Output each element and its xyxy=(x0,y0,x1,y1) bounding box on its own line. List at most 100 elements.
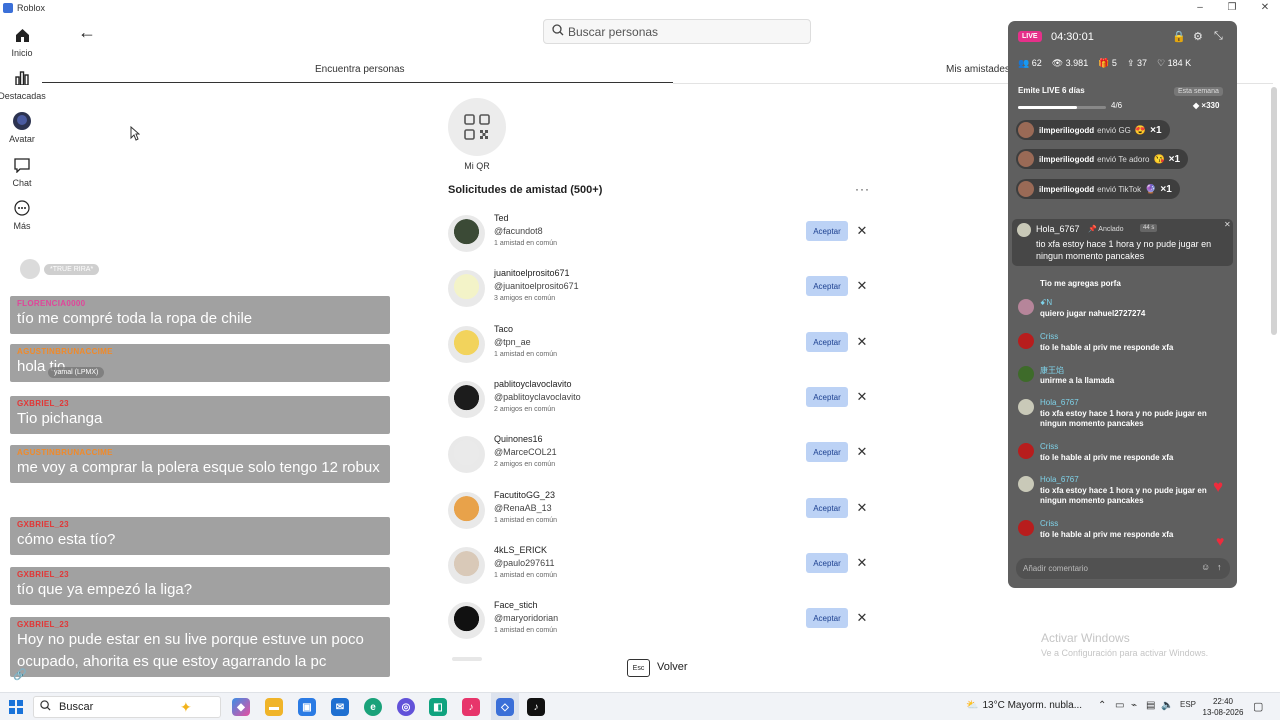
file-explorer-icon[interactable]: ▬ xyxy=(265,698,283,716)
nav-item-featured[interactable]: Destacadas xyxy=(0,69,46,101)
language-indicator[interactable]: ESP xyxy=(1180,700,1196,709)
request-name[interactable]: juanitoelprosito671 xyxy=(494,268,570,278)
request-name[interactable]: Taco xyxy=(494,324,513,334)
nav-item-more[interactable]: Más xyxy=(0,199,44,231)
gift-action: envió GG xyxy=(1097,125,1131,135)
tiktok-studio-icon[interactable]: ♪ xyxy=(462,698,480,716)
copilot-sparkle-icon: ✦ xyxy=(180,699,192,715)
comment-avatar xyxy=(1018,333,1034,349)
request-name[interactable]: Ted xyxy=(494,213,509,223)
accept-button[interactable]: Aceptar xyxy=(806,608,848,628)
minimize-panel-icon[interactable]: ⤡ xyxy=(1214,30,1223,43)
comment-text: Tio me agregas porfa xyxy=(1040,279,1121,288)
tab-find-people[interactable]: Encuentra personas xyxy=(315,64,405,75)
volume-icon[interactable]: 🔈 xyxy=(1161,700,1173,711)
reject-icon[interactable]: ✕ xyxy=(855,608,869,628)
mail-icon[interactable]: ✉ xyxy=(331,698,349,716)
emoji-icon[interactable]: ☺ xyxy=(1201,562,1210,572)
accept-button[interactable]: Aceptar xyxy=(806,332,848,352)
copilot-app-icon[interactable]: ◆ xyxy=(232,698,250,716)
tiktok-icon[interactable]: ♪ xyxy=(527,698,545,716)
reject-icon[interactable]: ✕ xyxy=(855,221,869,241)
weather-widget[interactable]: ⛅ 13°C Mayorm. nubla... xyxy=(966,700,1082,711)
request-name[interactable]: FacutitoGG_23 xyxy=(494,490,555,500)
comment-user: 康王焰 xyxy=(1040,366,1064,375)
settings-icon[interactable]: ⚙ xyxy=(1193,30,1203,43)
user-avatar[interactable] xyxy=(448,326,485,363)
friend-request-row: 4kLS_ERICK @paulo297611 1 amistad en común… xyxy=(448,543,873,589)
request-name[interactable]: Quinones16 xyxy=(494,434,543,444)
overlay-chat-text: tío me compré toda la ropa de chile xyxy=(17,310,253,327)
user-avatar[interactable] xyxy=(448,602,485,639)
search-input[interactable]: Buscar personas xyxy=(543,19,811,44)
my-qr-button[interactable] xyxy=(448,98,506,156)
reject-icon[interactable]: ✕ xyxy=(855,553,869,573)
gift-action: envió TikTok xyxy=(1097,184,1142,194)
overlay-ghost-row: yamal (LPMX) xyxy=(44,367,105,378)
overlay-chat-user: GXBRIEL_23 xyxy=(17,399,69,408)
activate-windows-subtitle: Ve a Configuración para activar Windows. xyxy=(1041,648,1209,658)
taskbar-clock[interactable]: 22:40 13-08-2026 xyxy=(1200,696,1246,718)
edge-browser-icon[interactable]: e xyxy=(364,698,382,716)
reject-icon[interactable]: ✕ xyxy=(855,498,869,518)
gift-user-avatar xyxy=(1018,181,1034,197)
comment-input[interactable]: Añadir comentario ☺ ↑ xyxy=(1016,558,1230,579)
accept-button[interactable]: Aceptar xyxy=(806,387,848,407)
store-icon[interactable]: ▣ xyxy=(298,698,316,716)
live-badge: LIVE xyxy=(1018,31,1042,42)
minimize-button[interactable]: – xyxy=(1185,0,1215,14)
lock-icon[interactable]: 🔒 xyxy=(1172,30,1186,43)
user-avatar[interactable] xyxy=(448,270,485,307)
accept-button[interactable]: Aceptar xyxy=(806,498,848,518)
close-pinned-icon[interactable]: ✕ xyxy=(1224,220,1231,229)
page-scrollbar[interactable] xyxy=(1271,87,1277,335)
user-avatar[interactable] xyxy=(448,547,485,584)
window-title: Roblox xyxy=(17,3,46,13)
maximize-button[interactable]: ❐ xyxy=(1217,0,1247,14)
close-window-button[interactable]: ✕ xyxy=(1250,0,1280,14)
user-avatar[interactable] xyxy=(448,492,485,529)
back-button[interactable]: Volver xyxy=(657,661,688,673)
window-titlebar: Roblox xyxy=(0,0,1280,16)
tab-my-friends[interactable]: Mis amistades xyxy=(946,64,1010,75)
nav-item-chat[interactable]: Chat xyxy=(0,156,44,188)
user-avatar[interactable] xyxy=(448,381,485,418)
windows-start-icon[interactable] xyxy=(9,700,23,714)
taskbar-search[interactable]: Buscar ✦ xyxy=(33,696,221,718)
roblox-taskbar-icon[interactable]: ◇ xyxy=(496,698,514,716)
pinned-text: tio xfa estoy hace 1 hora y no pude juga… xyxy=(1036,239,1212,261)
reject-icon[interactable]: ✕ xyxy=(855,276,869,296)
request-name[interactable]: Face_stich xyxy=(494,600,538,610)
reject-icon[interactable]: ✕ xyxy=(855,332,869,352)
nav-item-avatar[interactable]: Avatar xyxy=(0,112,44,144)
overlay-chat-message: FLORENCIA0000 tío me compré toda la ropa … xyxy=(10,296,390,334)
usb-icon[interactable]: ⌁ xyxy=(1131,700,1137,711)
accept-button[interactable]: Aceptar xyxy=(806,276,848,296)
user-avatar[interactable] xyxy=(448,436,485,473)
send-icon[interactable]: ↑ xyxy=(1217,562,1222,572)
user-avatar[interactable] xyxy=(448,215,485,252)
comment-user: Criss xyxy=(1040,442,1059,451)
tray-chevron-icon[interactable]: ⌃ xyxy=(1098,700,1106,711)
request-name[interactable]: pablitoyclavoclavito xyxy=(494,379,572,389)
discord-icon[interactable]: ◎ xyxy=(397,698,415,716)
overlay-link-icon: 🔗 xyxy=(13,669,27,681)
overlay-chat-user: GXBRIEL_23 xyxy=(17,520,69,529)
tray-app-icon[interactable]: ▭ xyxy=(1115,700,1124,711)
network-icon[interactable]: ▤ xyxy=(1146,700,1155,711)
nav-item-home[interactable]: Inicio xyxy=(0,26,44,58)
streak-multiplier: ◆ ×330 xyxy=(1193,101,1219,110)
request-name[interactable]: 4kLS_ERICK xyxy=(494,545,547,555)
accept-button[interactable]: Aceptar xyxy=(806,221,848,241)
nav-label-avatar: Avatar xyxy=(9,134,35,144)
back-arrow-button[interactable]: ← xyxy=(78,22,96,43)
notification-icon[interactable]: ▢ xyxy=(1253,700,1263,713)
accept-button[interactable]: Aceptar xyxy=(806,553,848,573)
reject-icon[interactable]: ✕ xyxy=(855,387,869,407)
gg-sticker-icon: 😍 xyxy=(1134,124,1147,135)
more-options-button[interactable]: ··· xyxy=(855,182,870,196)
accept-button[interactable]: Aceptar xyxy=(806,442,848,462)
reject-icon[interactable]: ✕ xyxy=(855,442,869,462)
overlay-chat-user: GXBRIEL_23 xyxy=(17,620,69,629)
game-app-icon[interactable]: ◧ xyxy=(429,698,447,716)
